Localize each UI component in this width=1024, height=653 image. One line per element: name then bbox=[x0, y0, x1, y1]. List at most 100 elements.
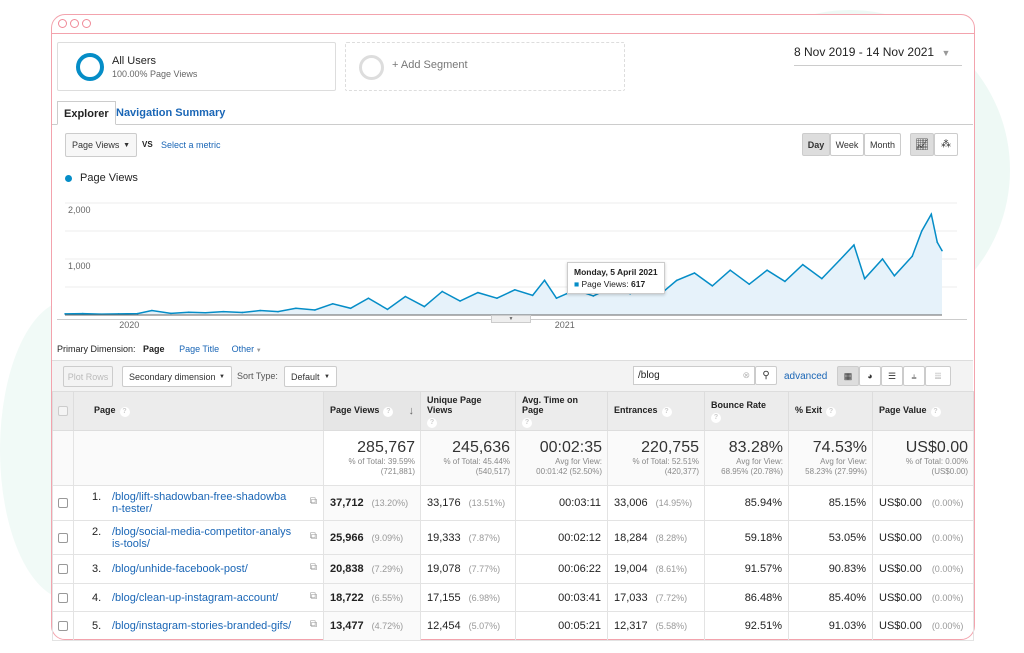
search-button[interactable]: ⚲ bbox=[755, 366, 777, 385]
view-pivot-button[interactable]: ⦙⦙⦙ bbox=[925, 366, 951, 386]
total-note: (540,517) bbox=[475, 467, 510, 476]
report-table: Page? Page Views? ↓ Unique Page Views? Av… bbox=[52, 391, 974, 641]
window-minimize-dot[interactable] bbox=[70, 19, 79, 28]
header-bounce-rate[interactable]: Bounce Rate? bbox=[704, 391, 789, 431]
view-performance-button[interactable]: ☰ bbox=[881, 366, 903, 386]
entrances-cell: 33,006 (14.95%) bbox=[607, 485, 705, 521]
exit-cell: 85.40% bbox=[788, 583, 873, 612]
page-link[interactable]: /blog/instagram-stories-branded-gifs/ bbox=[112, 620, 292, 632]
header-page-value[interactable]: Page Value? bbox=[872, 391, 974, 431]
row-select-cell[interactable] bbox=[52, 485, 74, 521]
cell-value: 59.18% bbox=[744, 531, 782, 544]
cell-percent: (13.51%) bbox=[468, 498, 506, 508]
data-point bbox=[821, 277, 823, 280]
help-icon: ? bbox=[427, 417, 437, 428]
row-checkbox[interactable] bbox=[58, 498, 68, 508]
bounce-rate-cell: 91.57% bbox=[704, 554, 789, 584]
header-page-views[interactable]: Page Views? ↓ bbox=[323, 391, 421, 431]
sort-type-select[interactable]: Default ▼ bbox=[284, 366, 337, 387]
row-select-cell[interactable] bbox=[52, 520, 74, 555]
view-comparison-button[interactable]: ⫨ bbox=[903, 366, 925, 386]
total-note: (721,881) bbox=[380, 467, 415, 476]
total-note: Avg for View: bbox=[820, 457, 867, 466]
open-page-icon[interactable]: ⧉ bbox=[310, 496, 317, 507]
cell-value: 33,176 bbox=[427, 497, 461, 509]
select-metric-link[interactable]: Select a metric bbox=[161, 140, 221, 150]
open-page-icon[interactable]: ⧉ bbox=[310, 591, 317, 602]
avg-time-cell: 00:06:22 bbox=[515, 554, 608, 584]
open-page-icon[interactable]: ⧉ bbox=[310, 531, 317, 542]
cell-percent: (0.00%) bbox=[931, 532, 964, 543]
page-views-cell: 20,838 (7.29%) bbox=[323, 554, 421, 584]
header-unique-page-views[interactable]: Unique Page Views? bbox=[420, 391, 516, 431]
window-titlebar bbox=[52, 15, 974, 34]
page-cell: 4. /blog/clean-up-instagram-account/ ⧉ bbox=[73, 583, 324, 612]
page-value-cell: US$0.00 (0.00%) bbox=[872, 583, 974, 612]
data-point bbox=[187, 311, 190, 313]
row-select-cell[interactable] bbox=[52, 554, 74, 584]
granularity-day-button[interactable]: Day bbox=[802, 133, 830, 156]
add-segment-button[interactable]: + Add Segment bbox=[345, 42, 625, 91]
row-select-cell[interactable] bbox=[52, 583, 74, 612]
row-select-cell[interactable] bbox=[52, 611, 74, 641]
page-link[interactable]: /blog/clean-up-instagram-account/ bbox=[112, 592, 292, 604]
total-page-value: US$0.00% of Total: 0.00% (US$0.00) bbox=[872, 430, 974, 486]
row-checkbox[interactable] bbox=[58, 621, 68, 631]
row-checkbox[interactable] bbox=[58, 564, 68, 574]
dimension-other[interactable]: Other bbox=[232, 344, 255, 354]
row-checkbox[interactable] bbox=[58, 532, 68, 543]
motion-chart-button[interactable]: ⁂ bbox=[934, 133, 958, 156]
dimension-page[interactable]: Page bbox=[143, 344, 165, 354]
data-point bbox=[881, 258, 884, 260]
header-exit[interactable]: % Exit? bbox=[788, 391, 873, 431]
data-point bbox=[151, 309, 153, 312]
cell-value: US$0.00 bbox=[879, 563, 922, 575]
sort-descending-icon: ↓ bbox=[408, 405, 415, 417]
dimension-page-title[interactable]: Page Title bbox=[179, 344, 219, 354]
total-note: 68.95% (20.78%) bbox=[721, 467, 783, 476]
plot-rows-button[interactable]: Plot Rows bbox=[63, 366, 113, 387]
view-table-button[interactable]: ▦ bbox=[837, 366, 859, 386]
line-chart-button[interactable]: 📈︎ bbox=[910, 133, 934, 156]
bar-chart-icon: ☰ bbox=[887, 370, 897, 381]
open-page-icon[interactable]: ⧉ bbox=[310, 619, 317, 630]
view-pie-button[interactable]: ◕ bbox=[859, 366, 881, 386]
page-link[interactable]: /blog/unhide-facebook-post/ bbox=[112, 563, 292, 575]
avg-time-cell: 00:05:21 bbox=[515, 611, 608, 641]
date-range-label: 8 Nov 2019 - 14 Nov 2021 bbox=[794, 45, 935, 59]
table-search-input[interactable]: /blog ⊗ bbox=[633, 366, 755, 385]
button-label: Week bbox=[835, 139, 859, 150]
secondary-dimension-select[interactable]: Secondary dimension ▼ bbox=[122, 366, 232, 387]
total-value: 220,755 bbox=[641, 439, 699, 456]
unique-page-views-cell: 19,078 (7.77%) bbox=[420, 554, 516, 584]
page-link[interactable]: /blog/lift-shadowban-free-shadowban-test… bbox=[112, 491, 292, 515]
tab-explorer[interactable]: Explorer bbox=[57, 101, 116, 125]
total-value: 00:02:35 bbox=[539, 439, 602, 456]
header-page[interactable]: Page? bbox=[73, 391, 324, 431]
clear-search-icon[interactable]: ⊗ bbox=[742, 370, 750, 381]
totals-empty-cell bbox=[52, 430, 74, 486]
granularity-month-button[interactable]: Month bbox=[864, 133, 901, 156]
sort-type-label: Sort Type: bbox=[237, 371, 278, 381]
open-page-icon[interactable]: ⧉ bbox=[310, 562, 317, 573]
cell-percent: (6.98%) bbox=[468, 592, 501, 603]
tab-label: Explorer bbox=[64, 108, 109, 120]
advanced-filter-link[interactable]: advanced bbox=[784, 371, 827, 382]
date-range-picker[interactable]: 8 Nov 2019 - 14 Nov 2021 ▼ bbox=[794, 45, 962, 66]
header-entrances[interactable]: Entrances? bbox=[607, 391, 705, 431]
select-all-cell[interactable] bbox=[52, 391, 74, 431]
help-icon: ? bbox=[930, 407, 941, 417]
header-avg-time[interactable]: Avg. Time on Page? bbox=[515, 391, 608, 431]
tab-navigation-summary[interactable]: Navigation Summary bbox=[110, 101, 231, 125]
page-link[interactable]: /blog/social-media-competitor-analysis-t… bbox=[112, 526, 292, 550]
segment-all-users[interactable]: All Users 100.00% Page Views bbox=[57, 42, 336, 91]
cell-value: 25,966 bbox=[330, 531, 364, 544]
metric-select[interactable]: Page Views ▼ bbox=[65, 133, 137, 157]
window-close-dot[interactable] bbox=[58, 19, 67, 28]
granularity-week-button[interactable]: Week bbox=[830, 133, 864, 156]
select-all-checkbox[interactable] bbox=[58, 406, 68, 416]
data-point bbox=[729, 269, 731, 271]
collapse-chart-handle[interactable]: ▼ bbox=[491, 315, 531, 323]
window-maximize-dot[interactable] bbox=[82, 19, 91, 28]
row-checkbox[interactable] bbox=[58, 592, 68, 603]
